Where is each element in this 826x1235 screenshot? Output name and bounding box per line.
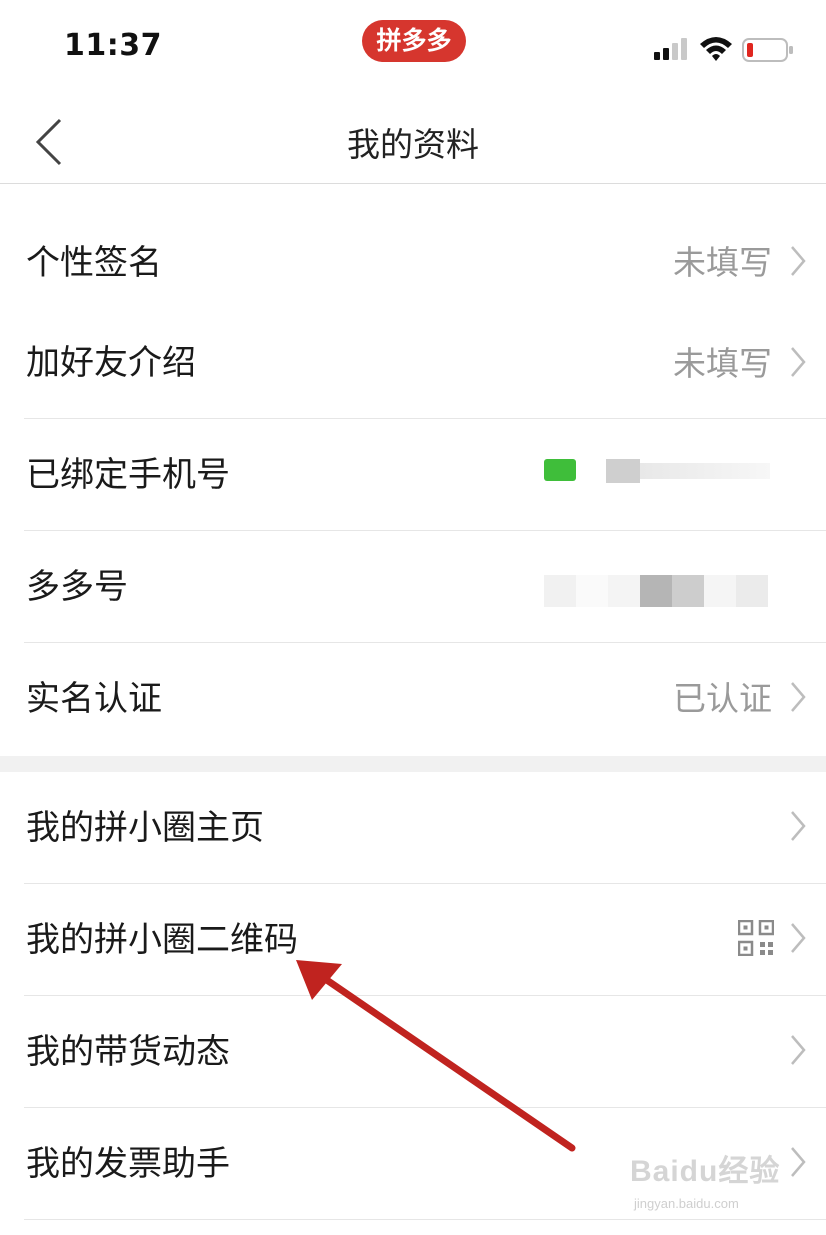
chevron-right-icon xyxy=(791,347,806,377)
row-label: 加好友介绍 xyxy=(26,343,196,383)
row-label: 多多号 xyxy=(26,567,128,607)
status-bar: 11:37 拼多多 xyxy=(0,0,826,96)
watermark-main: Baidu经验 xyxy=(630,1155,781,1188)
row-label: 已绑定手机号 xyxy=(26,455,230,495)
page-title: 我的资料 xyxy=(347,125,479,164)
blurred-phone-number xyxy=(640,463,770,479)
signal-icon xyxy=(654,38,687,60)
blurred-id xyxy=(544,575,576,607)
watermark-sub: jingyan.baidu.com xyxy=(634,1196,739,1211)
row-value: 未填写 xyxy=(673,243,772,282)
row-real-name-auth[interactable]: 实名认证 已认证 xyxy=(0,643,826,755)
chevron-right-icon xyxy=(791,811,806,841)
wifi-icon xyxy=(700,37,732,61)
row-label: 我的拼小圈主页 xyxy=(26,808,264,848)
row-label: 我的发票助手 xyxy=(26,1144,230,1184)
row-label: 实名认证 xyxy=(26,679,162,719)
status-time: 11:37 xyxy=(64,28,162,63)
chevron-right-icon xyxy=(791,682,806,712)
blurred-id xyxy=(736,575,768,607)
blurred-id xyxy=(640,575,672,607)
blurred-id xyxy=(608,575,640,607)
blurred-phone-icon xyxy=(544,459,576,481)
app-badge: 拼多多 xyxy=(362,20,466,62)
row-sales-feed[interactable]: 我的带货动态 xyxy=(0,996,826,1108)
row-label: 个性签名 xyxy=(26,243,162,283)
section-gap xyxy=(0,756,826,772)
row-duoduo-id[interactable]: 多多号 xyxy=(0,531,826,643)
row-friend-intro[interactable]: 加好友介绍 未填写 xyxy=(0,308,826,419)
row-value: 已认证 xyxy=(673,679,772,718)
row-label: 我的带货动态 xyxy=(26,1032,230,1072)
chevron-right-icon xyxy=(791,1035,806,1065)
chevron-right-icon xyxy=(791,923,806,953)
blurred-phone-number xyxy=(606,459,640,483)
blurred-id xyxy=(704,575,736,607)
row-bound-phone[interactable]: 已绑定手机号 xyxy=(0,419,826,531)
chevron-right-icon xyxy=(791,246,806,276)
watermark: Baidu经验 jingyan.baidu.com xyxy=(630,1146,790,1218)
battery-icon xyxy=(742,38,793,62)
row-signature[interactable]: 个性签名 未填写 xyxy=(0,207,826,319)
qr-code-icon xyxy=(738,920,774,956)
row-label: 我的拼小圈二维码 xyxy=(26,920,298,960)
blurred-id xyxy=(672,575,704,607)
row-value: 未填写 xyxy=(673,344,772,383)
nav-bar: 我的资料 xyxy=(0,96,826,184)
row-circle-homepage[interactable]: 我的拼小圈主页 xyxy=(0,772,826,884)
row-circle-qrcode[interactable]: 我的拼小圈二维码 xyxy=(0,884,826,996)
divider xyxy=(24,1219,826,1220)
blurred-id xyxy=(576,575,608,607)
chevron-right-icon xyxy=(791,1147,806,1177)
